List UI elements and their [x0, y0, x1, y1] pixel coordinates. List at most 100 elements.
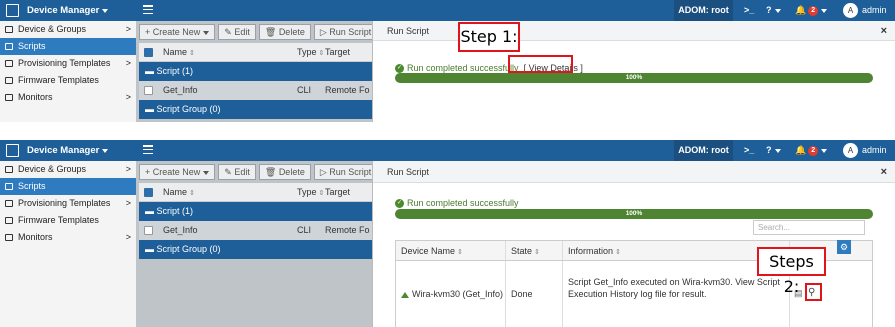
sidebar-item-label: Device & Groups [18, 164, 87, 174]
step1-callout: Step 1: [458, 22, 520, 52]
highlight-view-details [508, 55, 573, 73]
run-script-button[interactable]: ▷ Run Script [313, 24, 378, 40]
sidebar-item-device-groups[interactable]: Device & Groups > [0, 21, 136, 38]
edit-button[interactable]: ✎ Edit [218, 24, 256, 40]
sidebar: Device & Groups > Scripts Provisioning Te… [0, 21, 136, 122]
user-menu[interactable]: admin [862, 0, 895, 34]
create-new-button[interactable]: + Create New [139, 24, 216, 40]
progress-fill: 100% [395, 73, 873, 83]
chevron-right-icon: > [125, 24, 131, 34]
chevron-down-icon [102, 8, 109, 13]
progress-bar: 100% [395, 209, 873, 219]
user-menu[interactable]: admin [862, 140, 895, 174]
col-target-header[interactable]: Target [325, 183, 350, 202]
select-all-checkbox[interactable] [144, 188, 153, 197]
edit-label: Edit [234, 27, 250, 37]
edit-button[interactable]: ✎ Edit [218, 164, 256, 180]
scripts-table: Name ⇕ Type ⇕ Target ▬ Script (1) Get_Info… [139, 43, 372, 119]
sidebar-item-scripts[interactable]: Scripts [0, 38, 136, 55]
col-type-label: Type [297, 187, 317, 197]
group-label-text: Script Group (0) [156, 104, 221, 114]
close-icon[interactable]: × [881, 21, 887, 41]
devices-icon [5, 26, 13, 33]
cli-icon[interactable]: >_ [744, 140, 754, 161]
group-row-script[interactable]: ▬ Script (1) [139, 62, 372, 81]
sidebar-item-provisioning-templates[interactable]: Provisioning Templates > [0, 55, 136, 72]
col-state-header[interactable]: State ⇕ [506, 241, 563, 260]
app-menu[interactable]: Device Manager [0, 140, 136, 161]
col-target-header[interactable]: Target [325, 43, 350, 62]
create-new-button[interactable]: + Create New [139, 164, 216, 180]
monitor-icon [5, 94, 13, 101]
chevron-right-icon: > [125, 198, 131, 208]
row-checkbox[interactable] [144, 86, 153, 95]
chevron-down-icon [203, 170, 210, 175]
table-header: Name ⇕ Type ⇕ Target [139, 183, 372, 202]
close-icon[interactable]: × [881, 161, 887, 183]
help-menu[interactable]: ? [766, 0, 781, 21]
monitor-icon [5, 234, 13, 241]
sidebar-item-label: Firmware Templates [18, 75, 99, 85]
col-type-header[interactable]: Type ⇕ [297, 183, 324, 203]
chevron-down-icon [821, 148, 828, 153]
adom-selector[interactable]: ADOM: root [674, 140, 733, 161]
notification-badge: 2 [808, 5, 819, 16]
sidebar-item-firmware-templates[interactable]: Firmware Templates [0, 212, 136, 229]
sidebar: Device & Groups > Scripts Provisioning Te… [0, 161, 136, 327]
col-info-header[interactable]: Information ⇕ [563, 241, 790, 260]
scripts-icon [5, 183, 13, 190]
sidebar-item-monitors[interactable]: Monitors > [0, 89, 136, 106]
notifications[interactable]: 🔔 2 [795, 140, 828, 161]
highlight-view-log [805, 283, 822, 301]
col-name-header[interactable]: Name ⇕ [163, 43, 195, 63]
notification-badge: 2 [808, 145, 819, 156]
row-checkbox[interactable] [144, 226, 153, 235]
cli-icon[interactable]: >_ [744, 0, 754, 21]
notifications[interactable]: 🔔 2 [795, 0, 828, 21]
help-menu[interactable]: ? [766, 140, 781, 161]
menu-toggle-icon[interactable] [143, 145, 153, 155]
check-circle-icon: ✓ [395, 198, 404, 208]
sidebar-item-firmware-templates[interactable]: Firmware Templates [0, 72, 136, 89]
row-device: Wira-kvm30 (Get_Info) [396, 261, 506, 327]
table-row[interactable]: Get_Info CLI Remote FortiGate Directly (… [139, 221, 372, 240]
chevron-right-icon: > [125, 164, 131, 174]
col-device-header[interactable]: Device Name ⇕ [396, 241, 506, 260]
app-menu[interactable]: Device Manager [0, 0, 136, 21]
avatar[interactable]: A [843, 3, 858, 18]
provisioning-icon [5, 200, 13, 207]
group-label: ▬ Script (1) [145, 66, 194, 76]
device-manager-icon [6, 144, 19, 157]
group-row-script-group[interactable]: ▬ Script Group (0) [139, 100, 372, 119]
sidebar-item-label: Provisioning Templates [18, 58, 111, 68]
col-info-label: Information [568, 246, 614, 256]
row-target: Remote FortiGate Directly (via CLI) [325, 85, 370, 95]
delete-button[interactable]: 🗑 Delete [258, 24, 311, 40]
sort-icon: ⇕ [615, 249, 621, 256]
col-name-header[interactable]: Name ⇕ [163, 183, 195, 203]
group-row-script-group[interactable]: ▬ Script Group (0) [139, 240, 372, 259]
dialog-header: Run Script × [373, 161, 895, 183]
col-state-label: State [511, 246, 533, 256]
gear-icon[interactable]: ⚙ [837, 240, 851, 254]
delete-button[interactable]: 🗑 Delete [258, 164, 311, 180]
run-script-button[interactable]: ▷ Run Script [313, 164, 378, 180]
avatar[interactable]: A [843, 143, 858, 158]
table-row[interactable]: Get_Info CLI Remote FortiGate Directly (… [139, 81, 372, 100]
sidebar-item-device-groups[interactable]: Device & Groups > [0, 161, 136, 178]
select-all-checkbox[interactable] [144, 48, 153, 57]
run-script-label: Run Script [329, 27, 372, 37]
chevron-down-icon [774, 8, 781, 13]
sort-icon: ⇕ [189, 190, 195, 197]
top-bar: Device Manager ADOM: root >_ ? 🔔 2 A admi… [0, 0, 895, 34]
adom-selector[interactable]: ADOM: root [674, 0, 733, 21]
dialog-header: Run Script × [373, 21, 895, 41]
group-row-script[interactable]: ▬ Script (1) [139, 202, 372, 221]
sidebar-item-scripts[interactable]: Scripts [0, 178, 136, 195]
search-input[interactable]: Search... [753, 220, 865, 235]
sidebar-item-monitors[interactable]: Monitors > [0, 229, 136, 246]
delete-label: Delete [278, 27, 305, 37]
sidebar-item-provisioning-templates[interactable]: Provisioning Templates > [0, 195, 136, 212]
menu-toggle-icon[interactable] [143, 5, 153, 15]
col-type-header[interactable]: Type ⇕ [297, 43, 324, 63]
